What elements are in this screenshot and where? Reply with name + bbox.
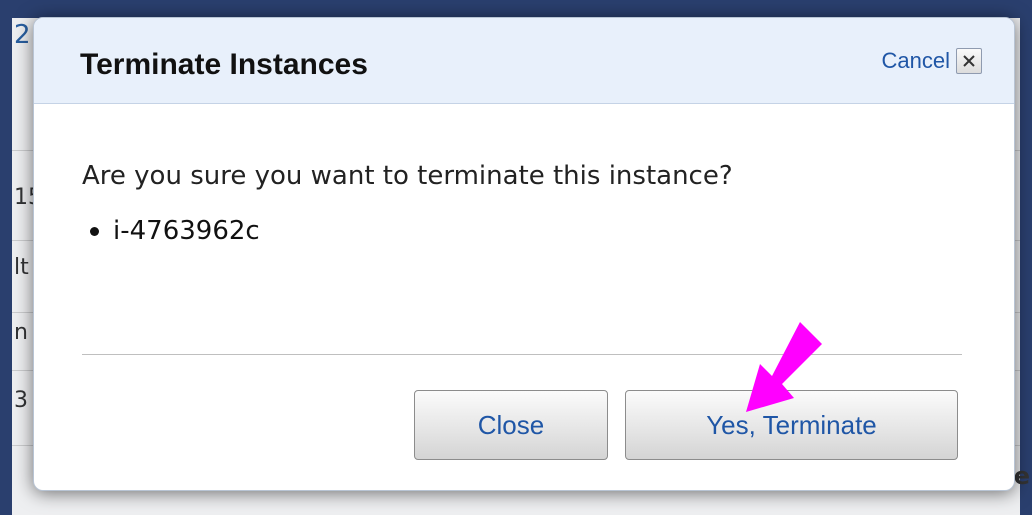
instance-list: i-4763962c [82, 216, 842, 246]
pointer-arrow-icon [746, 322, 822, 412]
confirmation-message: Are you sure you want to terminate this … [82, 161, 733, 191]
footer-divider [82, 354, 962, 355]
cancel-control[interactable]: Cancel [882, 48, 982, 74]
dialog-title: Terminate Instances [80, 48, 368, 81]
terminate-instances-dialog: Terminate Instances Cancel Are you sure … [33, 17, 1015, 491]
close-button[interactable]: Close [414, 390, 608, 460]
cancel-link[interactable]: Cancel [882, 48, 950, 74]
dialog-header: Terminate Instances Cancel [34, 18, 1014, 104]
close-icon[interactable] [956, 48, 982, 74]
list-item: i-4763962c [82, 216, 842, 246]
dialog-body: Are you sure you want to terminate this … [82, 156, 842, 246]
bullet-icon [90, 226, 99, 236]
instance-id: i-4763962c [113, 216, 260, 246]
